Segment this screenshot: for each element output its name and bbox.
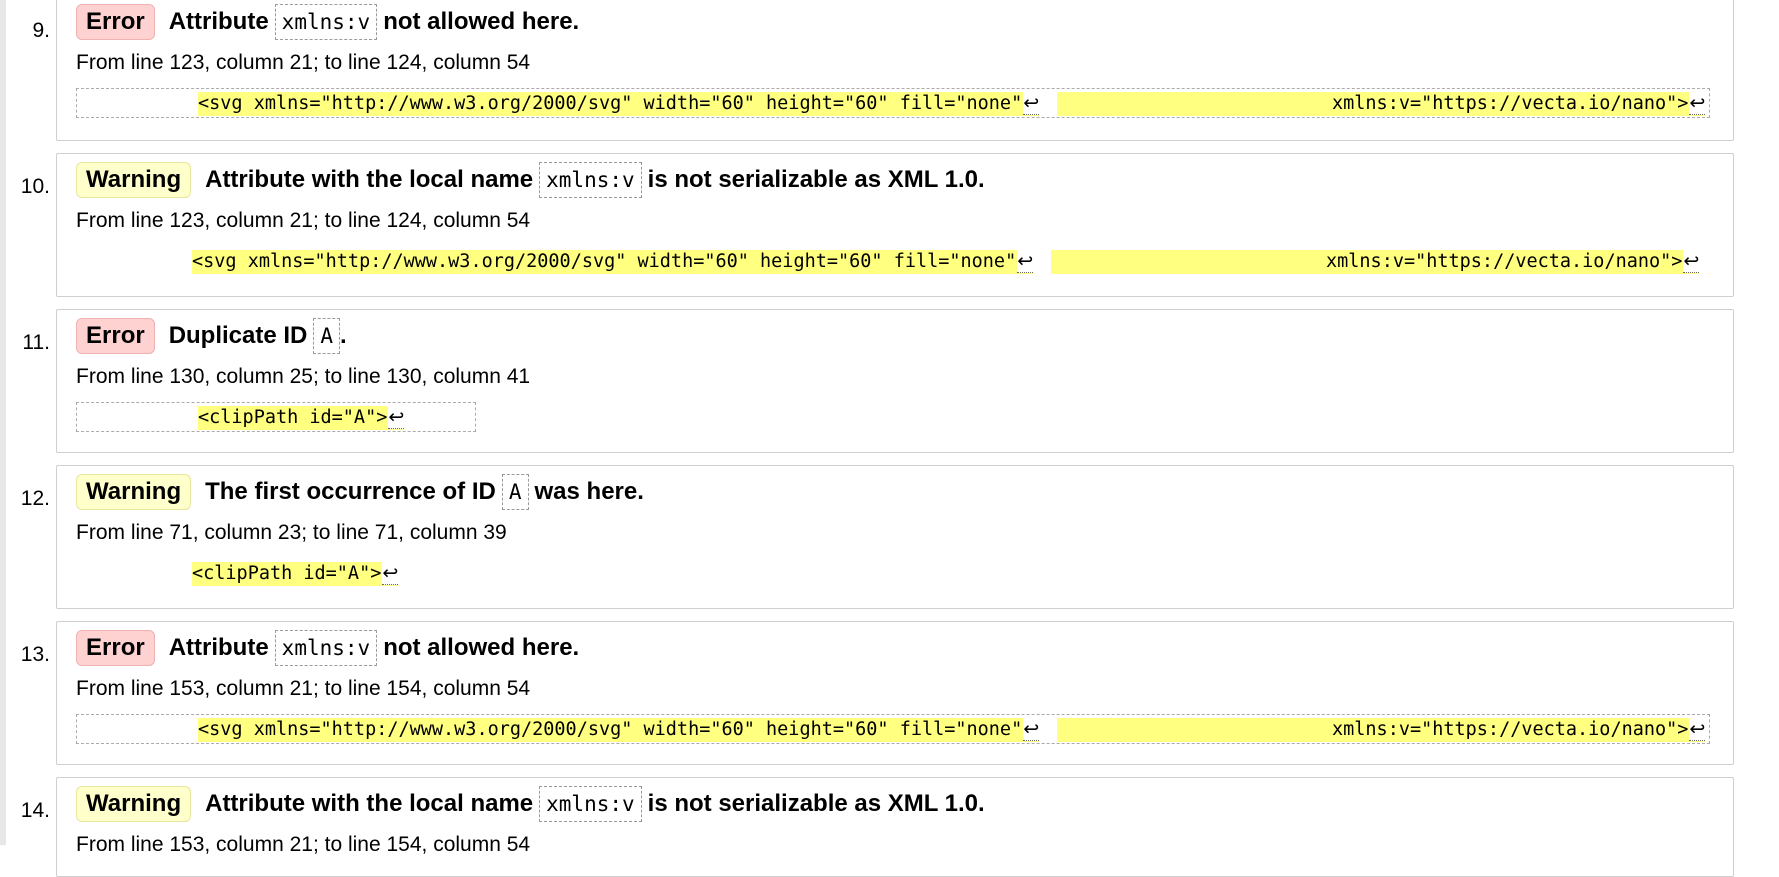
- highlighted-code: xmlns:v="https://vecta.io/nano">↩: [1326, 250, 1700, 274]
- return-symbol-icon: ↩: [382, 562, 399, 585]
- code-token: xmlns:v: [274, 4, 378, 40]
- error-badge: Error: [76, 4, 155, 40]
- message-item: Error Attribute xmlns:v not allowed here…: [56, 0, 1734, 141]
- location-link[interactable]: From line 153, column 21; to line 154, c…: [76, 833, 530, 857]
- return-symbol-icon: ↩: [388, 406, 405, 429]
- highlighted-code: <svg xmlns="http://www.w3.org/2000/svg" …: [198, 92, 1040, 116]
- message-number: 12.: [20, 487, 50, 510]
- message-text: Attribute with the local name: [205, 790, 534, 817]
- highlighted-code: <clipPath id="A">↩: [198, 406, 405, 430]
- message-title: Error Attribute xmlns:v not allowed here…: [76, 2, 579, 42]
- source-extract: <svg xmlns="http://www.w3.org/2000/svg" …: [76, 246, 1710, 276]
- message-title: Warning The first occurrence of ID A was…: [76, 472, 644, 512]
- message-text: Attribute: [168, 634, 269, 661]
- highlighted-code: <clipPath id="A">↩: [192, 562, 399, 586]
- message-title: Warning Attribute with the local name xm…: [76, 784, 985, 824]
- return-symbol-icon: ↩: [1689, 92, 1706, 115]
- warning-badge: Warning: [76, 474, 192, 510]
- source-extract: <clipPath id="A">↩: [76, 558, 476, 588]
- location-link[interactable]: From line 123, column 21; to line 124, c…: [76, 51, 530, 75]
- code-token: A: [501, 474, 529, 510]
- message-item: Warning The first occurrence of ID A was…: [56, 465, 1734, 609]
- return-symbol-icon: ↩: [1689, 718, 1706, 741]
- source-extract: <clipPath id="A">↩: [76, 402, 476, 432]
- warning-badge: Warning: [76, 786, 192, 822]
- message-text: is not serializable as XML 1.0.: [647, 166, 985, 193]
- message-item: Warning Attribute with the local name xm…: [56, 777, 1734, 877]
- message-text: The first occurrence of ID: [205, 478, 496, 505]
- message-number: 11.: [22, 331, 50, 354]
- message-number: 14.: [20, 799, 50, 822]
- location-link[interactable]: From line 123, column 21; to line 124, c…: [76, 209, 530, 233]
- message-text: not allowed here.: [383, 8, 580, 35]
- code-token: xmlns:v: [539, 162, 642, 198]
- return-symbol-icon: ↩: [1017, 250, 1034, 273]
- source-extract: <svg xmlns="http://www.w3.org/2000/svg" …: [76, 88, 1710, 118]
- code-token: A: [313, 318, 341, 354]
- error-badge: Error: [76, 318, 155, 354]
- return-symbol-icon: ↩: [1023, 718, 1040, 741]
- message-text: Duplicate ID: [168, 322, 308, 349]
- highlighted-code: xmlns:v="https://vecta.io/nano">↩: [1332, 92, 1706, 116]
- message-number: 13.: [20, 643, 50, 666]
- warning-badge: Warning: [76, 162, 192, 198]
- code-token: xmlns:v: [539, 786, 642, 822]
- message-text: Attribute with the local name: [205, 166, 534, 193]
- highlighted-code: xmlns:v="https://vecta.io/nano">↩: [1332, 718, 1706, 742]
- highlighted-code: <svg xmlns="http://www.w3.org/2000/svg" …: [192, 250, 1034, 274]
- message-item: Error Attribute xmlns:v not allowed here…: [56, 621, 1734, 765]
- message-text: .: [340, 322, 347, 349]
- message-text: is not serializable as XML 1.0.: [647, 790, 985, 817]
- message-item: Error Duplicate ID A . From line 130, co…: [56, 309, 1734, 453]
- location-link[interactable]: From line 130, column 25; to line 130, c…: [76, 365, 530, 389]
- message-title: Warning Attribute with the local name xm…: [76, 160, 985, 200]
- code-token: xmlns:v: [274, 630, 378, 666]
- message-text: not allowed here.: [383, 634, 580, 661]
- left-scroll-gutter: [0, 0, 6, 845]
- message-text: Attribute: [168, 8, 269, 35]
- return-symbol-icon: ↩: [1023, 92, 1040, 115]
- message-number: 9.: [32, 19, 50, 42]
- message-title: Error Attribute xmlns:v not allowed here…: [76, 628, 579, 668]
- message-number: 10.: [20, 175, 50, 198]
- message-title: Error Duplicate ID A .: [76, 316, 347, 356]
- source-extract: <svg xmlns="http://www.w3.org/2000/svg" …: [76, 714, 1710, 744]
- message-item: Warning Attribute with the local name xm…: [56, 153, 1734, 297]
- location-link[interactable]: From line 153, column 21; to line 154, c…: [76, 677, 530, 701]
- error-badge: Error: [76, 630, 155, 666]
- message-text: was here.: [534, 478, 644, 505]
- return-symbol-icon: ↩: [1683, 250, 1700, 273]
- location-link[interactable]: From line 71, column 23; to line 71, col…: [76, 521, 507, 545]
- highlighted-code: <svg xmlns="http://www.w3.org/2000/svg" …: [198, 718, 1040, 742]
